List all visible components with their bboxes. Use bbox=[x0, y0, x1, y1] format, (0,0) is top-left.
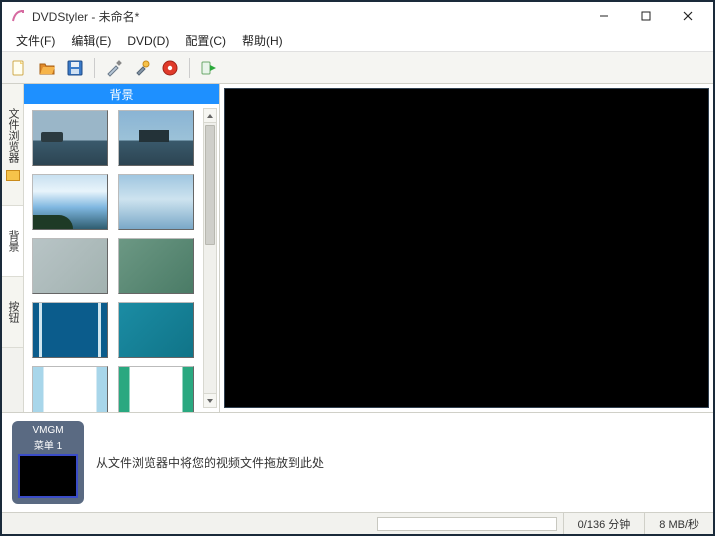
toolbar-separator bbox=[94, 58, 95, 78]
scrollbar-thumb[interactable] bbox=[205, 125, 215, 245]
backgrounds-header: 背景 bbox=[24, 84, 219, 104]
background-thumb[interactable] bbox=[118, 302, 194, 358]
tab-file-browser[interactable]: 文件浏览器 bbox=[2, 84, 23, 206]
background-thumb[interactable] bbox=[32, 302, 108, 358]
menu-card-label: 菜单 1 bbox=[34, 437, 62, 452]
disc-usage-gauge bbox=[377, 517, 557, 531]
timeline-strip: VMGM 菜单 1 从文件浏览器中将您的视频文件拖放到此处 bbox=[2, 412, 713, 512]
backgrounds-grid bbox=[32, 110, 215, 412]
background-thumb[interactable] bbox=[118, 110, 194, 166]
open-button[interactable] bbox=[36, 57, 58, 79]
drop-hint-text: 从文件浏览器中将您的视频文件拖放到此处 bbox=[96, 454, 324, 471]
tab-background-label: 背景 bbox=[7, 230, 19, 252]
menu-bar: 文件(F) 编辑(E) DVD(D) 配置(C) 帮助(H) bbox=[2, 30, 713, 52]
run-button[interactable] bbox=[198, 57, 220, 79]
background-thumb[interactable] bbox=[118, 238, 194, 294]
title-bar: DVDStyler - 未命名* bbox=[2, 2, 713, 30]
side-tab-strip: 文件浏览器 背景 按钮 bbox=[2, 84, 24, 412]
background-thumb[interactable] bbox=[118, 174, 194, 230]
maximize-button[interactable] bbox=[625, 2, 667, 30]
menu-preview-canvas[interactable] bbox=[224, 88, 709, 408]
close-button[interactable] bbox=[667, 2, 709, 30]
window-controls bbox=[583, 2, 709, 30]
minimize-button[interactable] bbox=[583, 2, 625, 30]
preview-panel bbox=[220, 84, 713, 412]
menu-card-group: VMGM bbox=[32, 425, 63, 437]
menu-edit[interactable]: 编辑(E) bbox=[63, 30, 119, 51]
toolbar-separator bbox=[189, 58, 190, 78]
folder-icon bbox=[6, 170, 20, 181]
settings-button[interactable] bbox=[131, 57, 153, 79]
menu-dvd[interactable]: DVD(D) bbox=[119, 32, 177, 50]
tab-button[interactable]: 按钮 bbox=[2, 277, 23, 348]
tab-background[interactable]: 背景 bbox=[2, 206, 23, 277]
scroll-down-icon[interactable] bbox=[204, 393, 216, 407]
background-thumb[interactable] bbox=[32, 174, 108, 230]
background-thumb[interactable] bbox=[32, 366, 108, 412]
menu-card[interactable]: VMGM 菜单 1 bbox=[12, 421, 84, 504]
design-button[interactable] bbox=[103, 57, 125, 79]
status-bar: 0/136 分钟 8 MB/秒 bbox=[2, 512, 713, 534]
menu-config[interactable]: 配置(C) bbox=[177, 30, 234, 51]
tab-file-browser-label: 文件浏览器 bbox=[7, 108, 19, 163]
background-thumb[interactable] bbox=[32, 110, 108, 166]
status-bitrate: 8 MB/秒 bbox=[644, 513, 713, 534]
vertical-scrollbar[interactable] bbox=[203, 108, 217, 408]
new-file-button[interactable] bbox=[8, 57, 30, 79]
menu-card-thumbnail bbox=[18, 454, 78, 498]
app-icon bbox=[10, 8, 26, 24]
status-time: 0/136 分钟 bbox=[563, 513, 645, 534]
background-thumb[interactable] bbox=[118, 366, 194, 412]
window-title: DVDStyler - 未命名* bbox=[32, 8, 583, 25]
menu-help[interactable]: 帮助(H) bbox=[234, 30, 291, 51]
menu-file[interactable]: 文件(F) bbox=[8, 30, 63, 51]
toolbar bbox=[2, 52, 713, 84]
save-button[interactable] bbox=[64, 57, 86, 79]
backgrounds-panel: 背景 bbox=[24, 84, 220, 412]
background-thumb[interactable] bbox=[32, 238, 108, 294]
tab-button-label: 按钮 bbox=[7, 301, 19, 323]
backgrounds-scroll bbox=[24, 104, 219, 412]
burn-button[interactable] bbox=[159, 57, 181, 79]
main-area: 文件浏览器 背景 按钮 背景 bbox=[2, 84, 713, 412]
scroll-up-icon[interactable] bbox=[204, 109, 216, 123]
